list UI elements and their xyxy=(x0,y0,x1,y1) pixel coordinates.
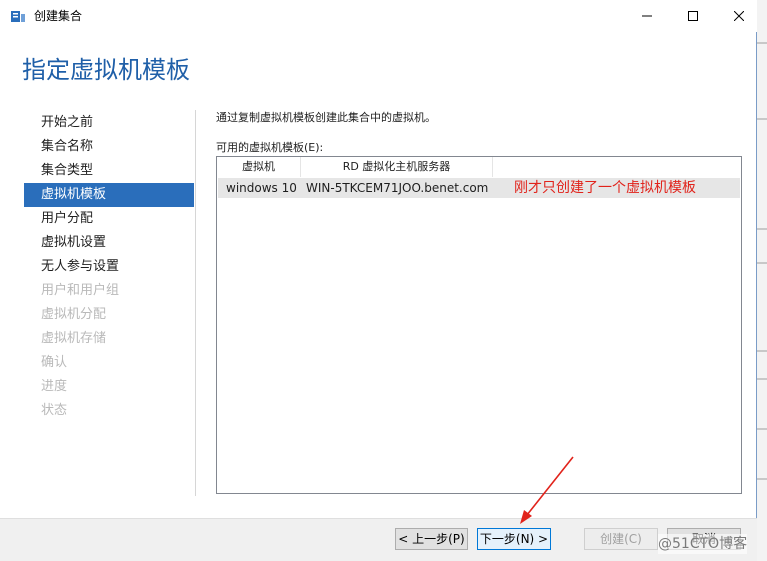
maximize-button[interactable] xyxy=(670,0,716,32)
close-icon xyxy=(734,11,744,21)
maximize-icon xyxy=(688,11,698,21)
create-collection-dialog: 创建集合 指定虚拟机模板 开始之前 集合名称 集合类型 虚拟机模板 用户分配 虚… xyxy=(0,0,757,561)
watermark: @51CTO博客 xyxy=(658,534,748,554)
nav-item-vm-allocation: 虚拟机分配 xyxy=(41,307,107,322)
nav-divider xyxy=(195,110,196,496)
nav-item-progress: 进度 xyxy=(41,379,68,394)
cell-vm-name: windows 10 xyxy=(226,181,297,195)
annotation-arrow-icon xyxy=(520,456,574,524)
create-button: 创建(C) xyxy=(584,528,658,550)
column-header-vm[interactable]: 虚拟机 xyxy=(217,157,301,177)
nav-item-status: 状态 xyxy=(41,403,68,418)
nav-item-unattended-settings[interactable]: 无人参与设置 xyxy=(24,255,194,279)
annotation-text: 刚才只创建了一个虚拟机模板 xyxy=(514,180,696,196)
minimize-button[interactable] xyxy=(624,0,670,32)
cell-host-server: WIN-5TKCEM71JOO.benet.com xyxy=(306,181,489,195)
previous-button[interactable]: < 上一步(P) xyxy=(395,528,468,550)
page-description: 通过复制虚拟机模板创建此集合中的虚拟机。 xyxy=(216,111,436,124)
background-window-edge xyxy=(757,0,767,561)
column-header-host-server[interactable]: RD 虚拟化主机服务器 xyxy=(301,157,493,177)
nav-item-vm-settings[interactable]: 虚拟机设置 xyxy=(24,231,194,255)
nav-item-collection-name[interactable]: 集合名称 xyxy=(24,135,194,159)
nav-item-users-and-groups: 用户和用户组 xyxy=(41,283,120,298)
vm-template-list[interactable]: 虚拟机 RD 虚拟化主机服务器 windows 10 WIN-5TKCEM71J… xyxy=(216,156,742,494)
minimize-icon xyxy=(642,15,652,17)
template-list-label: 可用的虚拟机模板(E): xyxy=(216,141,324,154)
title-bar: 创建集合 xyxy=(0,0,757,32)
table-row[interactable]: windows 10 WIN-5TKCEM71JOO.benet.com 刚才只… xyxy=(218,178,740,198)
nav-item-collection-type[interactable]: 集合类型 xyxy=(24,159,194,183)
page-title: 指定虚拟机模板 xyxy=(22,56,190,84)
window-title: 创建集合 xyxy=(34,9,83,23)
next-button[interactable]: 下一步(N) > xyxy=(477,528,551,550)
close-button[interactable] xyxy=(716,0,762,32)
nav-item-user-assignment[interactable]: 用户分配 xyxy=(24,207,194,231)
nav-item-vm-template[interactable]: 虚拟机模板 xyxy=(24,183,194,207)
server-manager-icon xyxy=(11,11,25,22)
nav-item-before-you-begin[interactable]: 开始之前 xyxy=(24,111,194,135)
nav-item-vm-storage: 虚拟机存储 xyxy=(41,331,107,346)
nav-item-confirmation: 确认 xyxy=(41,355,68,370)
